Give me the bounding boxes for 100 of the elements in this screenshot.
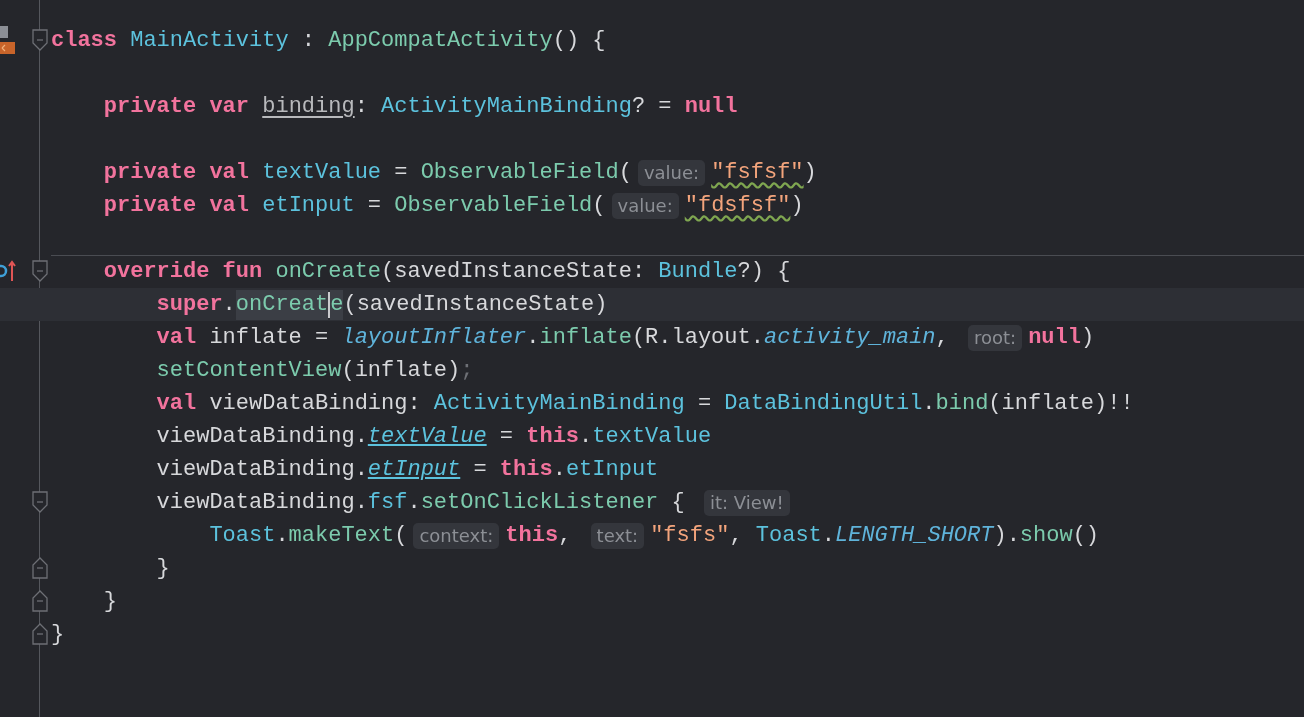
keyword: this — [499, 455, 553, 484]
code-text: { — [670, 488, 686, 517]
fold-close-icon[interactable] — [32, 557, 48, 579]
function-name: ObservableField — [394, 191, 593, 220]
function-name: makeText — [288, 521, 395, 550]
identifier: textValue — [262, 158, 382, 187]
keyword: private val — [103, 158, 251, 187]
constant-name: LENGTH_SHORT — [835, 521, 994, 550]
code-text: = — [472, 455, 488, 484]
identifier: etInput — [565, 455, 659, 484]
highlighted-identifier: onCreat — [235, 289, 329, 320]
parameter-hint: root: — [968, 324, 1023, 351]
code-text: (savedInstanceState: — [381, 258, 647, 286]
identifier: MainActivity — [130, 26, 289, 55]
code-text: viewDataBinding. — [156, 488, 368, 517]
code-text: , — [729, 521, 744, 550]
keyword: val — [156, 389, 198, 418]
code-text: ? = — [631, 92, 673, 121]
code-text: . — [222, 290, 236, 319]
code-text: , — [935, 323, 950, 352]
highlighted-identifier: e — [330, 289, 344, 320]
class-icon — [0, 26, 16, 56]
unused-variable: binding — [262, 92, 355, 121]
code-text: () { — [552, 26, 606, 55]
code-text: viewDataBinding. — [156, 455, 368, 484]
code-text: : — [300, 26, 317, 55]
type-name: Bundle — [658, 258, 738, 286]
function-name: onCreate — [275, 258, 382, 286]
identifier: fsf — [367, 488, 408, 517]
keyword: this — [505, 521, 559, 550]
code-text: . — [407, 488, 421, 517]
property-name: activity_main — [763, 323, 936, 352]
code-text: ) — [790, 191, 804, 220]
function-name: bind — [935, 389, 989, 418]
keyword: val — [156, 323, 198, 352]
parameter-hint: text: — [590, 522, 645, 549]
type-name: Toast — [755, 521, 822, 550]
type-name: Toast — [209, 521, 276, 550]
misspelled-string: "fdsfsf" — [684, 191, 791, 220]
code-text: (inflate)!! — [988, 389, 1134, 418]
code-text: viewDataBinding. — [156, 422, 368, 451]
code-text: = — [498, 422, 515, 451]
function-name: ObservableField — [420, 158, 619, 187]
code-text: inflate = — [209, 323, 330, 352]
semicolon: ; — [460, 356, 474, 385]
code-text: . — [275, 521, 289, 550]
code-text: ( — [618, 158, 632, 187]
keyword: null — [684, 92, 738, 121]
fold-open-icon[interactable] — [32, 260, 48, 282]
text-cursor — [328, 291, 331, 318]
keyword: override fun — [103, 258, 264, 286]
code-text: viewDataBinding: — [209, 389, 422, 418]
code-text: () — [1072, 521, 1100, 550]
code-text: . — [922, 389, 936, 418]
function-name: show — [1019, 521, 1073, 550]
override-icon — [0, 259, 18, 283]
code-text: = — [696, 389, 713, 418]
code-text: ). — [993, 521, 1020, 550]
fold-open-icon[interactable] — [32, 29, 48, 51]
function-name: setOnClickListener — [420, 488, 659, 517]
code-text: . — [821, 521, 835, 550]
keyword: null — [1028, 323, 1081, 352]
parameter-hint: it: View! — [703, 489, 790, 516]
property-name: layoutInflater — [341, 323, 527, 352]
type-name: ActivityMainBinding — [433, 389, 685, 418]
parameter-hint: value: — [637, 159, 706, 186]
fold-close-icon[interactable] — [32, 590, 48, 612]
code-text: } — [156, 554, 170, 583]
string-literal: "fsfs" — [650, 521, 730, 550]
identifier: textValue — [592, 422, 712, 451]
fold-close-icon[interactable] — [32, 623, 48, 645]
type-name: DataBindingUtil — [724, 389, 923, 418]
keyword: private val — [103, 191, 251, 220]
code-text: , — [558, 521, 573, 550]
code-text: : — [354, 92, 369, 121]
type-name: ActivityMainBinding — [381, 92, 632, 121]
code-text: ) — [1080, 323, 1095, 352]
code-text: (inflate) — [341, 356, 461, 385]
code-text: } — [51, 620, 65, 649]
code-text: ?) { — [737, 258, 791, 286]
keyword: private var — [103, 92, 251, 121]
misspelled-string: "fsfsf" — [711, 158, 804, 187]
keyword: super — [156, 290, 223, 319]
code-text: . — [552, 455, 566, 484]
code-text: ( — [394, 521, 408, 550]
fold-open-icon[interactable] — [32, 491, 48, 513]
code-text: . — [526, 323, 540, 352]
code-text: = — [366, 191, 383, 220]
code-text: (R.layout. — [631, 323, 764, 352]
code-text: } — [103, 587, 117, 616]
identifier: etInput — [262, 191, 355, 220]
function-name: AppCompatActivity — [328, 26, 553, 55]
parameter-hint: value: — [611, 192, 679, 219]
code-text: ) — [803, 158, 817, 187]
keyword: this — [526, 422, 580, 451]
code-text: . — [579, 422, 593, 451]
function-name: inflate — [539, 323, 632, 352]
code-text: (savedInstanceState) — [343, 290, 608, 319]
code-text: = — [393, 158, 409, 187]
parameter-hint: context: — [413, 522, 500, 549]
